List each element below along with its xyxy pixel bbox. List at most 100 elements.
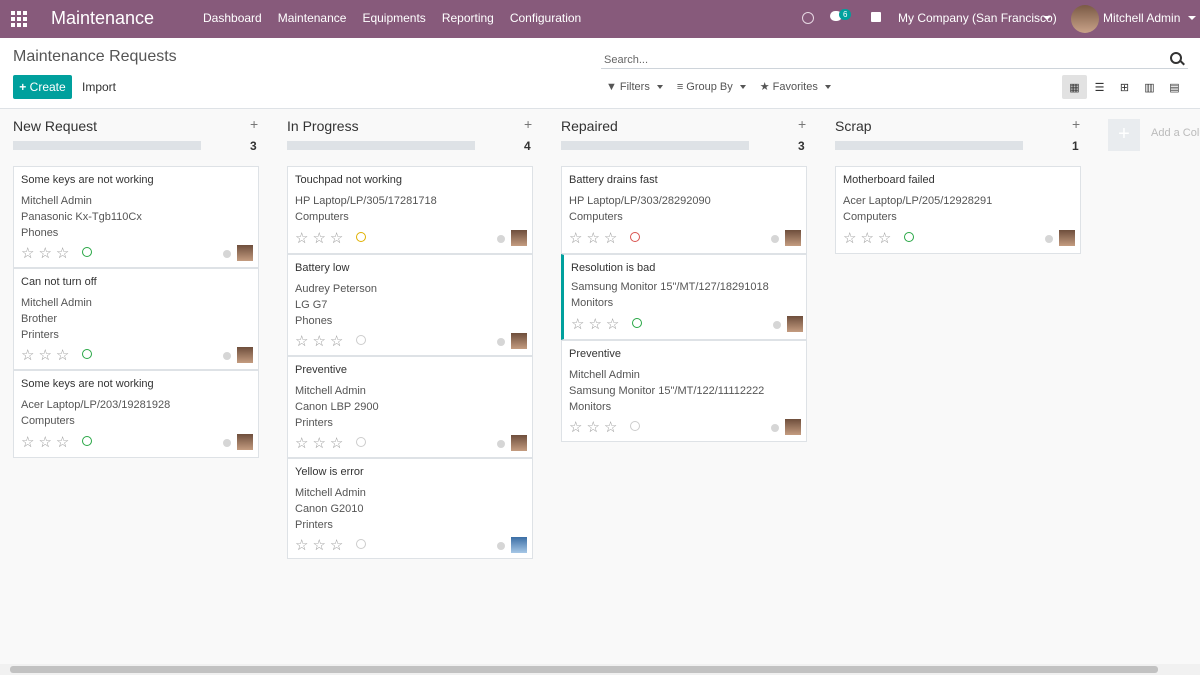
column-title[interactable]: New Request [13,118,97,134]
kanban-card[interactable]: Resolution is bad Samsung Monitor 15"/MT… [561,254,807,340]
star-icon[interactable]: ☆ [843,229,856,247]
groupby-dropdown[interactable]: ≡ Group By [677,80,746,93]
star-icon[interactable]: ☆ [21,244,34,262]
priority-stars[interactable]: ☆ ☆ ☆ [843,229,891,247]
star-icon[interactable]: ☆ [56,433,69,451]
kanban-card[interactable]: Motherboard failed Acer Laptop/LP/205/12… [835,166,1081,254]
apps-menu-icon[interactable] [11,11,27,27]
star-icon[interactable]: ☆ [588,315,601,333]
favorites-dropdown[interactable]: ★ Favorites [760,80,831,93]
kanban-card[interactable]: Preventive Mitchell Admin Samsung Monito… [561,340,807,442]
star-icon[interactable]: ☆ [312,229,325,247]
activity-clock-icon[interactable] [630,421,640,431]
column-progress-bar[interactable] [287,141,475,150]
star-icon[interactable]: ☆ [330,229,343,247]
star-icon[interactable]: ☆ [569,418,582,436]
star-icon[interactable]: ☆ [21,346,34,364]
kanban-state-dot[interactable] [771,235,779,243]
star-icon[interactable]: ☆ [586,418,599,436]
kanban-card[interactable]: Battery low Audrey Peterson LG G7 Phones… [287,254,533,356]
activity-clock-icon[interactable] [356,437,366,447]
star-icon[interactable]: ☆ [295,536,308,554]
kanban-state-dot[interactable] [223,352,231,360]
star-icon[interactable]: ☆ [38,244,51,262]
scrollbar-thumb[interactable] [10,666,1158,673]
star-icon[interactable]: ☆ [604,418,617,436]
horizontal-scrollbar[interactable] [0,664,1200,675]
kanban-state-dot[interactable] [223,250,231,258]
filters-dropdown[interactable]: ▼ Filters [606,80,663,93]
company-switcher[interactable]: My Company (San Francisco) [898,11,1057,25]
quick-create-icon[interactable]: + [1072,116,1080,132]
gift-icon[interactable] [871,12,881,22]
priority-stars[interactable]: ☆ ☆ ☆ [21,346,69,364]
star-icon[interactable]: ☆ [330,332,343,350]
activity-clock-icon[interactable] [632,318,642,328]
star-icon[interactable]: ☆ [604,229,617,247]
star-icon[interactable]: ☆ [571,315,584,333]
priority-stars[interactable]: ☆ ☆ ☆ [571,315,619,333]
star-icon[interactable]: ☆ [295,229,308,247]
kanban-state-dot[interactable] [497,440,505,448]
priority-stars[interactable]: ☆ ☆ ☆ [569,229,617,247]
star-icon[interactable]: ☆ [56,244,69,262]
activity-clock-icon[interactable] [630,232,640,242]
import-button[interactable]: Import [82,80,116,94]
calendar-view-icon[interactable]: ▤ [1162,75,1187,99]
kanban-state-dot[interactable] [497,542,505,550]
activity-clock-icon[interactable] [356,335,366,345]
quick-create-icon[interactable]: + [524,116,532,132]
column-progress-bar[interactable] [561,141,749,150]
activity-clock-icon[interactable] [802,12,814,24]
column-title[interactable]: Repaired [561,118,618,134]
star-icon[interactable]: ☆ [56,346,69,364]
caret-down-icon[interactable] [1188,16,1196,20]
menu-equipments[interactable]: Equipments [354,0,433,38]
kanban-card[interactable]: Some keys are not working Acer Laptop/LP… [13,370,259,458]
column-title[interactable]: In Progress [287,118,359,134]
star-icon[interactable]: ☆ [860,229,873,247]
activity-clock-icon[interactable] [82,247,92,257]
star-icon[interactable]: ☆ [38,346,51,364]
star-icon[interactable]: ☆ [21,433,34,451]
kanban-card[interactable]: Battery drains fast HP Laptop/LP/303/282… [561,166,807,254]
activity-clock-icon[interactable] [904,232,914,242]
quick-create-icon[interactable]: + [250,116,258,132]
caret-down-icon[interactable] [1043,16,1051,20]
star-icon[interactable]: ☆ [330,434,343,452]
menu-dashboard[interactable]: Dashboard [195,0,270,38]
column-progress-bar[interactable] [835,141,1023,150]
add-column-button[interactable]: + [1108,119,1140,151]
priority-stars[interactable]: ☆ ☆ ☆ [295,229,343,247]
activity-clock-icon[interactable] [82,349,92,359]
priority-stars[interactable]: ☆ ☆ ☆ [21,433,69,451]
activity-clock-icon[interactable] [356,232,366,242]
kanban-card[interactable]: Yellow is error Mitchell Admin Canon G20… [287,458,533,559]
column-progress-bar[interactable] [13,141,201,150]
activity-clock-icon[interactable] [82,436,92,446]
kanban-card[interactable]: Can not turn off Mitchell Admin Brother … [13,268,259,370]
star-icon[interactable]: ☆ [38,433,51,451]
kanban-state-dot[interactable] [223,439,231,447]
kanban-card[interactable]: Preventive Mitchell Admin Canon LBP 2900… [287,356,533,458]
star-icon[interactable]: ☆ [312,434,325,452]
kanban-state-dot[interactable] [1045,235,1053,243]
star-icon[interactable]: ☆ [606,315,619,333]
priority-stars[interactable]: ☆ ☆ ☆ [295,536,343,554]
menu-reporting[interactable]: Reporting [434,0,502,38]
search-input[interactable] [601,54,1167,66]
kanban-state-dot[interactable] [497,235,505,243]
kanban-card[interactable]: Some keys are not working Mitchell Admin… [13,166,259,268]
kanban-state-dot[interactable] [773,321,781,329]
star-icon[interactable]: ☆ [295,332,308,350]
activity-clock-icon[interactable] [356,539,366,549]
quick-create-icon[interactable]: + [798,116,806,132]
kanban-state-dot[interactable] [497,338,505,346]
search-icon[interactable] [1170,52,1182,64]
add-column-label[interactable]: Add a Colu [1151,127,1200,139]
star-icon[interactable]: ☆ [586,229,599,247]
app-brand[interactable]: Maintenance [51,8,154,29]
column-title[interactable]: Scrap [835,118,872,134]
star-icon[interactable]: ☆ [312,536,325,554]
star-icon[interactable]: ☆ [878,229,891,247]
